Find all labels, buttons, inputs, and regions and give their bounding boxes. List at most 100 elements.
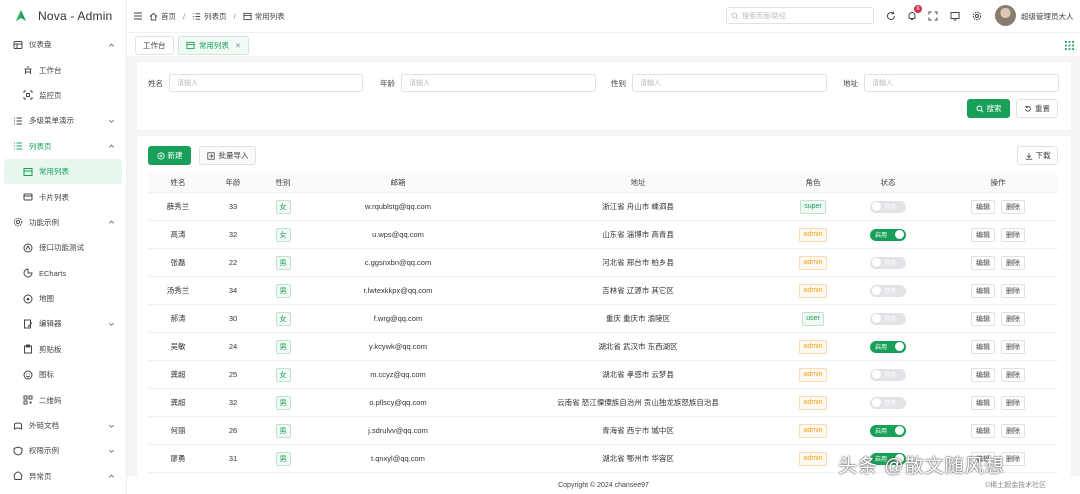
delete-button[interactable]: 删除 [1001,311,1025,326]
home-icon [149,12,158,21]
status-switch[interactable]: 启用 [870,228,906,241]
age-input[interactable]: 请输入 [401,74,596,92]
cell-email: f.wrg@qq.com [373,314,423,323]
sidebar-item-0[interactable]: 仪表盘 [0,32,126,57]
sidebar-item-10[interactable]: 地图 [0,286,126,311]
grid-icon[interactable] [1065,41,1074,50]
sidebar-item-5[interactable]: 常用列表 [4,158,122,185]
sidebar: Nova - Admin 仪表盘 工作台 监控页多级菜单演示列表页 常用列表 卡片列表功… [0,0,127,494]
edit-button[interactable]: 编辑 [971,311,995,326]
role-tag: admin [799,367,827,382]
column-header-actions: 操作 [990,178,1006,187]
status-switch[interactable]: 禁用 [870,396,906,409]
tab-common-list[interactable]: 常用列表 ✕ [178,36,249,55]
app-logo[interactable]: Nova - Admin [0,0,126,32]
cell-actions: 编辑 删除 [938,249,1058,276]
sidebar-item-17[interactable]: 异常页 [0,464,126,489]
breadcrumb-list-page[interactable]: 列表页 [192,11,227,22]
breadcrumb-home[interactable]: 首页 [149,11,176,22]
edit-button[interactable]: 编辑 [971,227,995,242]
fullscreen-icon[interactable] [926,9,940,23]
cell-gender: 男 [258,277,308,304]
status-switch[interactable]: 禁用 [870,284,906,297]
cell-name: 何丽 [170,426,186,435]
address-input[interactable]: 请输入 [864,74,1059,92]
clipboard-icon [22,344,34,354]
edit-button[interactable]: 编辑 [971,367,995,382]
sidebar-item-3[interactable]: 多级菜单演示 [0,108,126,133]
menu-collapse-icon[interactable] [133,11,143,21]
status-switch[interactable]: 启用 [870,424,906,437]
delete-button[interactable]: 删除 [1001,367,1025,382]
sidebar-item-9[interactable]: ECharts [0,261,126,286]
tab-workbench[interactable]: 工作台 [135,36,174,55]
edit-button[interactable]: 编辑 [971,255,995,270]
edit-button[interactable]: 编辑 [971,199,995,214]
download-button[interactable]: 下载 [1017,146,1058,165]
batch-import-button[interactable]: 批量导入 [199,146,256,165]
cell-role: admin [788,333,838,360]
sidebar-item-4[interactable]: 列表页 [0,134,126,159]
table-row: 龚超 32 男 o.pllscy@qq.com 云南省 怒江傈僳族自治州 贡山独龙族怒族… [148,389,1058,417]
status-switch[interactable]: 启用 [870,340,906,353]
delete-button[interactable]: 删除 [1001,423,1025,438]
sidebar-item-label: 图标 [39,370,54,380]
username[interactable]: 超级管理员大人 [1021,11,1074,22]
role-tag: admin [799,339,827,354]
sidebar-item-13[interactable]: 图标 [0,362,126,387]
edit-button[interactable]: 编辑 [971,283,995,298]
role-tag: admin [799,227,827,242]
cell-address: 湖北省 孝感市 云梦县 [602,370,674,379]
table-icon [22,167,34,177]
gender-tag: 女 [275,227,291,242]
sidebar-item-12[interactable]: 剪贴板 [0,337,126,362]
cell-address: 青海省 西宁市 城中区 [602,426,674,435]
edit-button[interactable]: 编辑 [971,339,995,354]
name-input[interactable]: 请输入 [169,74,363,92]
reset-button[interactable]: 重置 [1016,99,1058,118]
user-avatar[interactable] [995,5,1016,26]
sidebar-item-11[interactable]: 编辑器 [0,311,126,336]
monitor-icon [22,90,34,100]
settings-icon[interactable] [970,9,984,23]
cell-actions: 编辑 删除 [938,361,1058,388]
sidebar-item-6[interactable]: 卡片列表 [0,184,126,209]
cell-address: 湖北省 武汉市 东西湖区 [598,342,678,351]
cell-role: admin [788,361,838,388]
status-switch[interactable]: 禁用 [870,256,906,269]
sidebar-item-15[interactable]: 外链文档 [0,413,126,438]
gender-tag: 男 [275,283,291,298]
cell-address: 山东省 淄博市 高青县 [602,230,674,239]
sidebar-item-14[interactable]: 二维码 [0,387,126,412]
status-switch[interactable]: 禁用 [870,312,906,325]
close-icon[interactable]: ✕ [235,42,241,50]
breadcrumb-common-list[interactable]: 常用列表 [243,11,285,22]
global-search-input[interactable]: 搜索页面/路径 [726,7,874,24]
edit-button[interactable]: 编辑 [971,423,995,438]
delete-button[interactable]: 删除 [1001,395,1025,410]
gender-input[interactable]: 请输入 [632,74,827,92]
cell-gender: 女 [258,361,308,388]
refresh-icon[interactable] [884,9,898,23]
delete-button[interactable]: 删除 [1001,283,1025,298]
sidebar-item-2[interactable]: 监控页 [0,83,126,108]
cell-email: t.qnxyl@qq.com [371,454,425,463]
cell-age: 24 [228,342,238,351]
delete-button[interactable]: 删除 [1001,339,1025,354]
status-switch[interactable]: 禁用 [870,368,906,381]
sidebar-item-8[interactable]: 接口功能测试 [0,235,126,260]
screen-icon[interactable] [948,9,962,23]
delete-button[interactable]: 删除 [1001,227,1025,242]
delete-button[interactable]: 删除 [1001,199,1025,214]
gender-tag: 女 [275,199,291,214]
sidebar-item-16[interactable]: 权限示例 [0,438,126,463]
nova-logo-icon [14,9,28,23]
status-switch[interactable]: 禁用 [870,200,906,213]
new-button[interactable]: 新建 [148,146,191,165]
sidebar-item-7[interactable]: 功能示例 [0,210,126,235]
search-button[interactable]: 搜索 [967,99,1010,118]
edit-button[interactable]: 编辑 [971,395,995,410]
sidebar-item-1[interactable]: 工作台 [0,57,126,82]
delete-button[interactable]: 删除 [1001,255,1025,270]
sidebar-item-label: 多级菜单演示 [29,116,74,126]
